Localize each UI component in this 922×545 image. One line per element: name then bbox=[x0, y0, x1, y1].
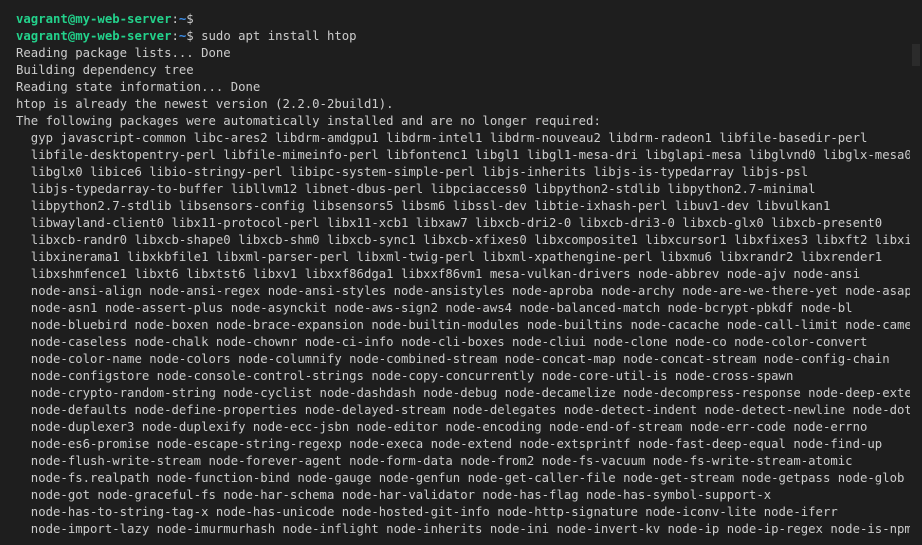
prompt-line: vagrant@my-web-server:~$ bbox=[16, 11, 922, 28]
package-list-line: libglx0 libice6 libio-stringy-perl libip… bbox=[16, 165, 809, 179]
package-list-line: libjs-typedarray-to-buffer libllvm12 lib… bbox=[16, 182, 816, 196]
prompt-separator: : bbox=[171, 29, 179, 43]
prompt-symbol: $ bbox=[186, 12, 194, 26]
package-list-line: libwayland-client0 libx11-protocol-perl … bbox=[16, 216, 883, 230]
package-list-line: node-defaults node-define-properties nod… bbox=[16, 403, 922, 417]
prompt-separator: : bbox=[171, 12, 179, 26]
package-list-line: node-ansi-align node-ansi-regex node-ans… bbox=[16, 284, 912, 298]
package-list-line: node-bluebird node-boxen node-brace-expa… bbox=[16, 318, 922, 332]
prompt-symbol: $ bbox=[186, 29, 194, 43]
package-list-line: node-has-to-string-tag-x node-has-unicod… bbox=[16, 505, 838, 519]
output-line: The following packages were automaticall… bbox=[16, 114, 601, 128]
package-list-line: node-import-lazy node-imurmurhash node-i… bbox=[16, 522, 912, 536]
output-line: Reading state information... Done bbox=[16, 80, 261, 94]
package-list-line: libxcb-randr0 libxcb-shape0 libxcb-shm0 … bbox=[16, 233, 920, 247]
package-list-line: gyp javascript-common libc-ares2 libdrm-… bbox=[16, 131, 868, 145]
package-list-line: libxinerama1 libxkbfile1 libxml-parser-p… bbox=[16, 250, 883, 264]
package-list-line: libxshmfence1 libxt6 libxtst6 libxv1 lib… bbox=[16, 267, 860, 281]
package-list-line: libfile-desktopentry-perl libfile-mimein… bbox=[16, 148, 912, 162]
package-list-line: node-got node-graceful-fs node-har-schem… bbox=[16, 488, 772, 502]
package-list-line: node-configstore node-console-control-st… bbox=[16, 369, 794, 383]
prompt-line: vagrant@my-web-server:~$ sudo apt instal… bbox=[16, 28, 922, 45]
package-list-line: libpython2.7-stdlib libsensors-config li… bbox=[16, 199, 831, 213]
prompt-command: sudo apt install htop bbox=[193, 29, 357, 43]
output-line: Reading package lists... Done bbox=[16, 46, 231, 60]
prompt-user-host: vagrant@my-web-server bbox=[16, 29, 172, 43]
package-list-line: node-caseless node-chalk node-chownr nod… bbox=[16, 335, 868, 349]
package-list-line bbox=[16, 538, 922, 545]
output-line: htop is already the newest version (2.2.… bbox=[16, 97, 394, 111]
package-list-line: node-es6-promise node-escape-string-rege… bbox=[16, 437, 883, 451]
package-list-line: node-fs.realpath node-function-bind node… bbox=[16, 471, 905, 485]
package-list-line: node-color-name node-colors node-columni… bbox=[16, 352, 890, 366]
package-list-line: node-flush-write-stream node-forever-age… bbox=[16, 454, 853, 468]
package-list-line: node-crypto-random-string node-cyclist n… bbox=[16, 386, 922, 400]
scrollbar-marker bbox=[912, 44, 920, 66]
prompt-user-host: vagrant@my-web-server bbox=[16, 12, 172, 26]
output-line: Building dependency tree bbox=[16, 63, 194, 77]
terminal-scrollbar[interactable] bbox=[910, 0, 922, 545]
package-list-line: node-asn1 node-assert-plus node-asynckit… bbox=[16, 301, 853, 315]
package-list-line: node-duplexer3 node-duplexify node-ecc-j… bbox=[16, 420, 868, 434]
terminal-window[interactable]: vagrant@my-web-server:~$ vagrant@my-web-… bbox=[0, 0, 922, 545]
